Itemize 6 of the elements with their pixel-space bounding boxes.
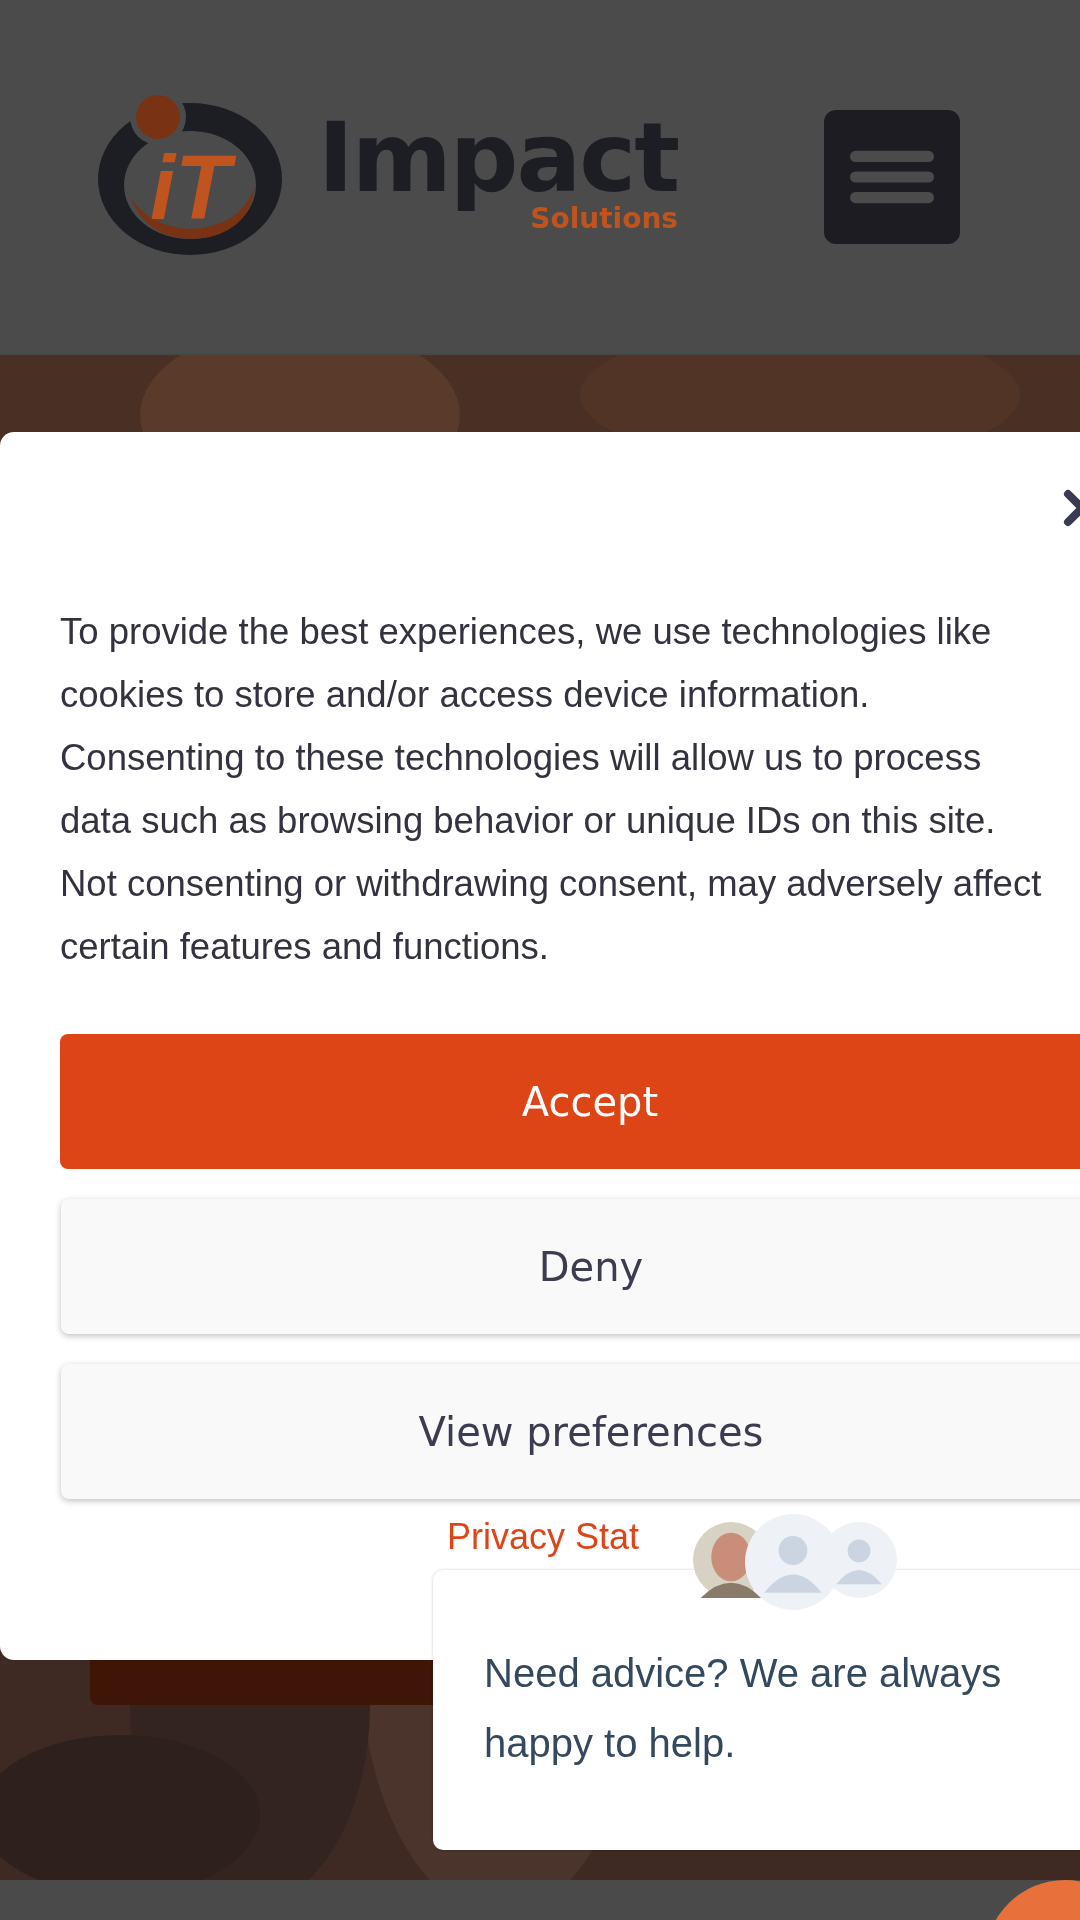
- consent-button[interactable]: View preferences: [61, 1364, 1080, 1499]
- accept-button[interactable]: Accept: [60, 1034, 1080, 1169]
- consent-message: To provide the best experiences, we use technologies like cookies to store and/or access device information. Consenting to these technologies will allow us to process data such as browsing behavior or unique IDs on this site. Not consenting or withdrawing consent, may adversely affect certain features and functions.: [60, 610, 1043, 969]
- chat-message: Need advice? We are always happy to help.: [484, 1650, 1003, 1767]
- consent-button[interactable]: Deny: [61, 1199, 1080, 1334]
- privacy-link[interactable]: Privacy Stat: [447, 1515, 640, 1559]
